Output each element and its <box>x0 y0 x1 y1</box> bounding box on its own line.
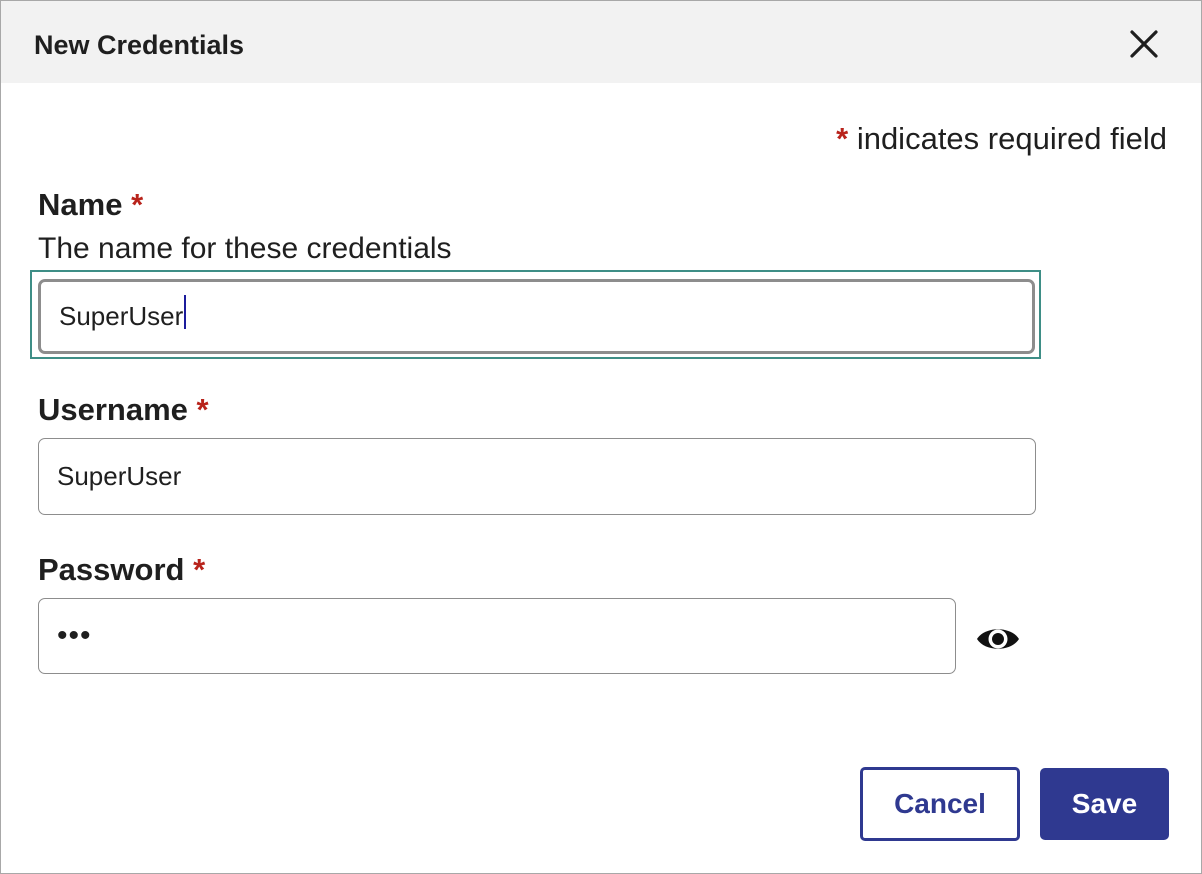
name-help-text: The name for these credentials <box>38 232 452 265</box>
password-label-text: Password <box>38 552 185 587</box>
username-required-asterisk: * <box>196 392 209 427</box>
eye-icon <box>977 629 1019 649</box>
username-label-text: Username <box>38 392 188 427</box>
password-input[interactable] <box>38 598 956 674</box>
name-label-text: Name <box>38 187 123 222</box>
password-required-asterisk: * <box>193 552 206 587</box>
name-label: Name * <box>38 186 143 224</box>
username-label: Username * <box>38 391 209 429</box>
required-field-note: * indicates required field <box>836 120 1167 158</box>
cancel-button[interactable]: Cancel <box>860 767 1020 841</box>
username-input[interactable] <box>38 438 1036 515</box>
close-button[interactable] <box>1123 23 1165 65</box>
name-required-asterisk: * <box>131 187 144 222</box>
show-password-button[interactable] <box>975 621 1021 657</box>
credentials-dialog: New Credentials * indicates required fie… <box>0 0 1202 874</box>
text-caret <box>184 295 186 329</box>
name-input[interactable] <box>38 279 1035 354</box>
dialog-title: New Credentials <box>34 30 245 60</box>
dialog-header: New Credentials <box>1 1 1201 83</box>
save-button[interactable]: Save <box>1040 768 1169 840</box>
required-note-text: indicates required field <box>848 121 1167 156</box>
close-icon <box>1130 30 1158 58</box>
required-asterisk: * <box>836 121 849 156</box>
password-label: Password * <box>38 551 205 589</box>
